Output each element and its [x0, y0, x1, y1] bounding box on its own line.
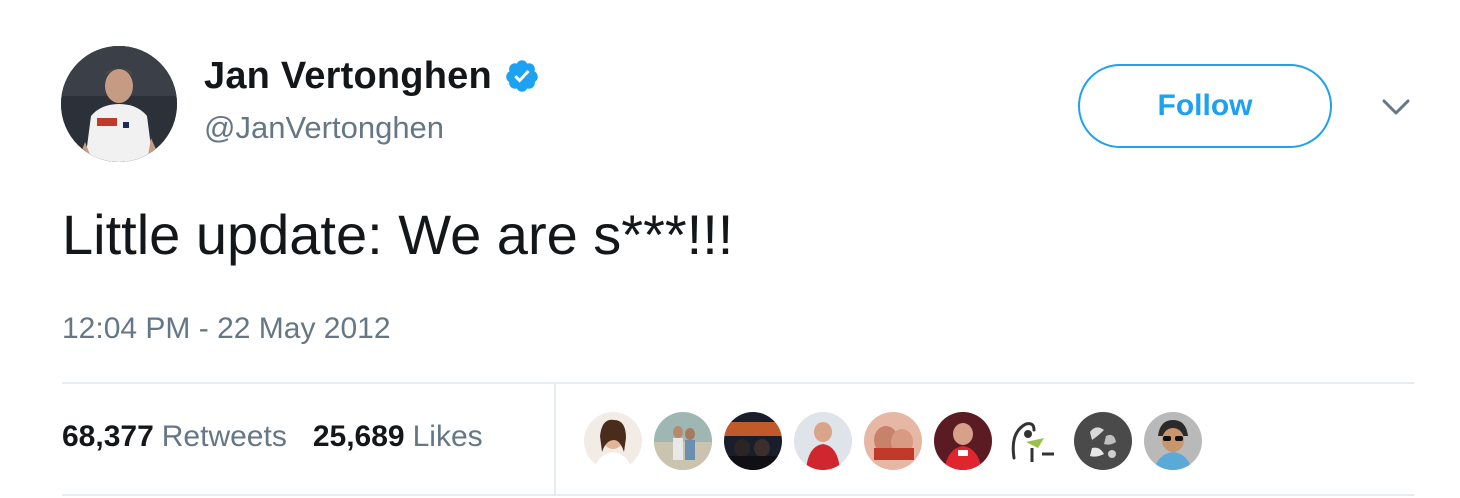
chevron-down-icon[interactable] [1378, 92, 1414, 122]
verified-badge-icon [504, 58, 540, 94]
retweets-count: 68,377 [62, 420, 154, 453]
liker-avatar-3-icon[interactable] [724, 412, 782, 470]
likes-stat[interactable]: 25,689 Likes [313, 420, 483, 454]
tweet-stats: 68,377 Retweets 25,689 Likes [62, 420, 483, 454]
liker-avatar-5-icon[interactable] [864, 412, 922, 470]
retweets-stat[interactable]: 68,377 Retweets [62, 420, 287, 454]
tweet-text: Little update: We are s***!!! [62, 203, 734, 266]
liker-avatar-7-icon[interactable] [1004, 412, 1062, 470]
user-handle[interactable]: @JanVertonghen [204, 110, 444, 146]
liker-avatar-1-icon[interactable] [584, 412, 642, 470]
divider [62, 382, 1414, 384]
likes-count: 25,689 [312, 420, 405, 453]
avatar[interactable] [61, 46, 177, 162]
liker-avatar-9-icon[interactable] [1144, 412, 1202, 470]
liker-avatar-8-icon[interactable] [1074, 412, 1132, 470]
user-name-row[interactable]: Jan Vertonghen [204, 52, 540, 100]
liker-avatar-6-icon[interactable] [934, 412, 992, 470]
tweet-timestamp[interactable]: 12:04 PM - 22 May 2012 [62, 312, 391, 346]
liker-avatars [584, 410, 1214, 472]
liker-avatar-2-icon[interactable] [654, 412, 712, 470]
profile-photo-icon [61, 46, 177, 162]
follow-button[interactable]: Follow [1078, 64, 1332, 148]
divider [62, 494, 1414, 496]
retweets-label: Retweets [161, 420, 287, 453]
likes-label: Likes [412, 420, 483, 453]
stats-divider [554, 384, 556, 494]
liker-avatar-4-icon[interactable] [794, 412, 852, 470]
display-name[interactable]: Jan Vertonghen [204, 55, 492, 98]
